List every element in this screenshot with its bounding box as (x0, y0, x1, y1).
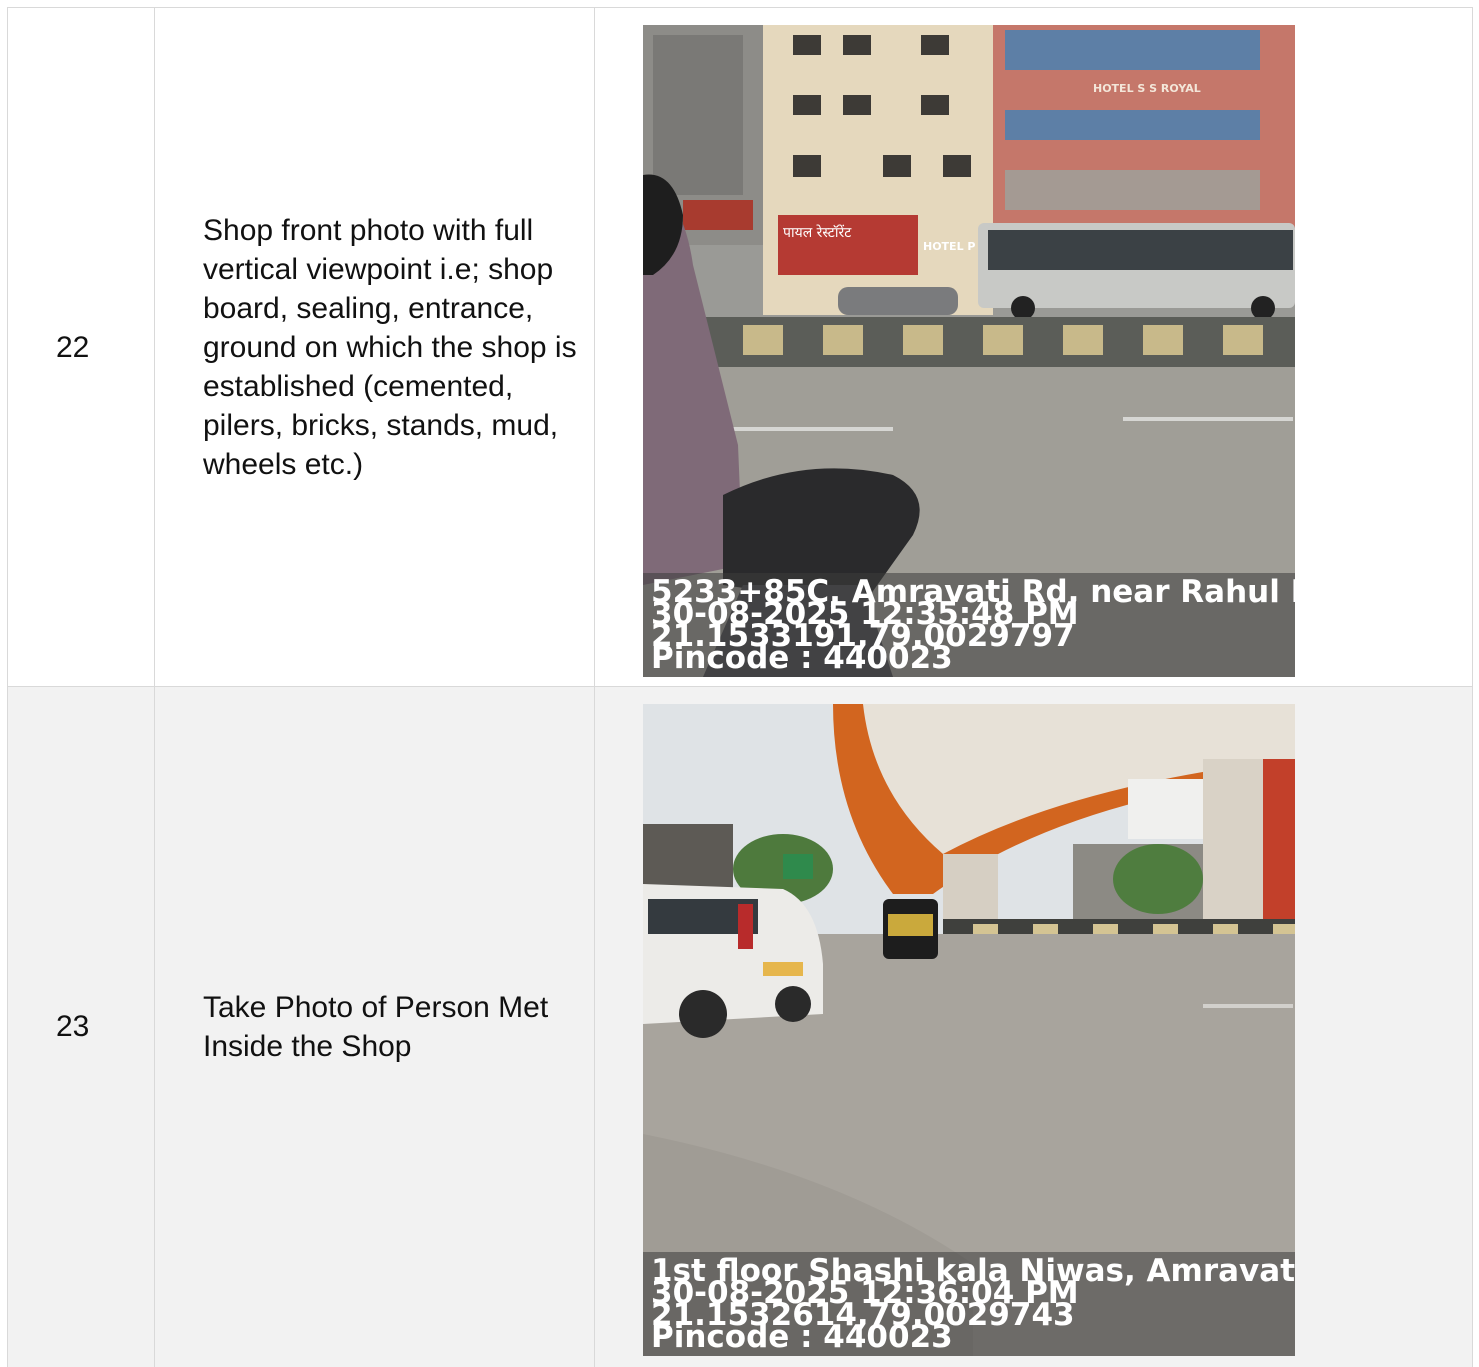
geotag-overlay: 5233+85C, Amravati Rd, near Rahul Restau… (643, 573, 1295, 677)
row-description: Shop front photo with full vertical view… (154, 8, 594, 687)
geotag-overlay: 1st floor Shashi kala Niwas, Amravati ..… (643, 1252, 1295, 1356)
photo-cell: पायल रेस्टॉरेंट HOTEL S S ROYAL HOTEL P (594, 8, 1473, 687)
hotel-sign-text: HOTEL S S ROYAL (1093, 82, 1201, 95)
row-description: Take Photo of Person Met Inside the Shop (154, 687, 594, 1367)
row-number: 23 (7, 687, 154, 1367)
shop-front-photo: पायल रेस्टॉरेंट HOTEL S S ROYAL HOTEL P (643, 25, 1295, 677)
person-met-photo: 1st floor Shashi kala Niwas, Amravati ..… (643, 704, 1295, 1356)
hotel-p-sign-text: HOTEL P (923, 240, 975, 253)
table-row: 23 Take Photo of Person Met Inside the S… (7, 686, 1473, 1367)
row-number: 22 (7, 8, 154, 687)
table-row: 22 Shop front photo with full vertical v… (7, 7, 1473, 687)
shop-sign-text: पायल रेस्टॉरेंट (783, 224, 852, 241)
photo-cell: 1st floor Shashi kala Niwas, Amravati ..… (594, 687, 1473, 1367)
